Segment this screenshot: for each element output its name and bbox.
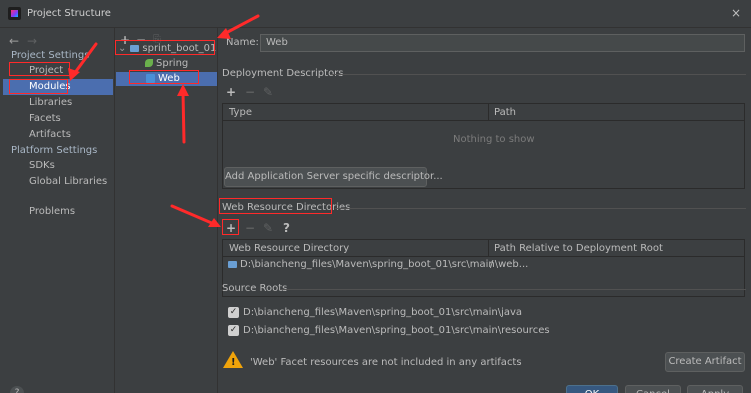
source-root-resources: D:\biancheng_files\Maven\spring_boot_01\… [243, 325, 550, 336]
add-server-descriptor-button[interactable]: Add Application Server specific descript… [224, 167, 443, 187]
intellij-app-icon [8, 7, 21, 20]
table-row[interactable]: D:\biancheng_files\Maven\spring_boot_01\… [223, 257, 744, 273]
relative-path-value: / [490, 259, 494, 270]
column-header-web-resource-directory[interactable]: Web Resource Directory [229, 240, 349, 257]
deployment-descriptors-title: Deployment Descriptors [222, 68, 344, 79]
name-field[interactable]: Web [260, 34, 745, 52]
create-artifact-button[interactable]: Create Artifact [665, 352, 745, 372]
platform-settings-heading: Platform Settings [11, 145, 98, 156]
nav-item-artifacts[interactable]: Artifacts [3, 127, 113, 143]
tree-item-spring[interactable]: Spring [145, 57, 215, 71]
annotation-box-project [9, 62, 70, 76]
apply-button[interactable]: Apply [687, 385, 743, 393]
warning-exclamation: ! [231, 357, 236, 368]
project-settings-heading: Project Settings [11, 50, 90, 61]
remove-descriptor-icon[interactable]: − [245, 85, 255, 99]
cancel-button[interactable]: Cancel [625, 385, 681, 393]
table-header: Type Path [223, 104, 744, 121]
section-divider [335, 208, 746, 209]
annotation-box-module-root [115, 40, 215, 55]
close-button[interactable]: × [729, 6, 743, 20]
section-divider [330, 74, 746, 75]
column-divider [488, 104, 489, 121]
annotation-box-modules [9, 79, 68, 94]
source-roots-title: Source Roots [222, 283, 288, 294]
window-title: Project Structure [27, 8, 111, 19]
annotation-box-add-button [222, 219, 239, 235]
add-descriptor-icon[interactable]: + [226, 85, 236, 99]
name-label: Name: [226, 37, 259, 48]
source-root-java: D:\biancheng_files\Maven\spring_boot_01\… [243, 307, 523, 318]
empty-table-message: Nothing to show [453, 134, 535, 145]
web-resource-directory-value: D:\biancheng_files\Maven\spring_boot_01\… [240, 259, 529, 270]
help-icon[interactable]: ? [283, 221, 290, 235]
column-header-path[interactable]: Path [494, 104, 516, 121]
help-button[interactable]: ? [10, 386, 24, 393]
remove-web-resource-icon[interactable]: − [245, 221, 255, 235]
nav-item-sdks[interactable]: SDKs [3, 158, 113, 174]
back-arrow-icon[interactable]: ← [9, 34, 19, 48]
forward-arrow-icon[interactable]: → [27, 34, 37, 48]
edit-descriptor-icon[interactable]: ✎ [263, 85, 273, 99]
column-divider [488, 240, 489, 257]
source-root-checkbox-java[interactable]: ✓ [228, 307, 239, 318]
nav-item-libraries[interactable]: Libraries [3, 95, 113, 111]
source-root-checkbox-resources[interactable]: ✓ [228, 325, 239, 336]
spring-leaf-icon [145, 59, 153, 67]
annotation-box-web-resource-title [219, 198, 332, 214]
nav-item-problems[interactable]: Problems [3, 204, 113, 220]
warning-message: 'Web' Facet resources are not included i… [250, 357, 522, 368]
nav-item-global-libraries[interactable]: Global Libraries [3, 174, 113, 190]
title-bar: Project Structure × [0, 0, 751, 28]
table-header: Web Resource Directory Path Relative to … [223, 240, 744, 257]
nav-item-facets[interactable]: Facets [3, 111, 113, 127]
section-divider [280, 289, 746, 290]
tree-item-label: Spring [156, 58, 189, 69]
column-header-relative-path[interactable]: Path Relative to Deployment Root [494, 240, 663, 257]
annotation-box-web [129, 70, 199, 84]
column-header-type[interactable]: Type [229, 104, 252, 121]
edit-web-resource-icon[interactable]: ✎ [263, 221, 273, 235]
folder-icon [228, 261, 237, 268]
ok-button[interactable]: OK [566, 385, 618, 393]
